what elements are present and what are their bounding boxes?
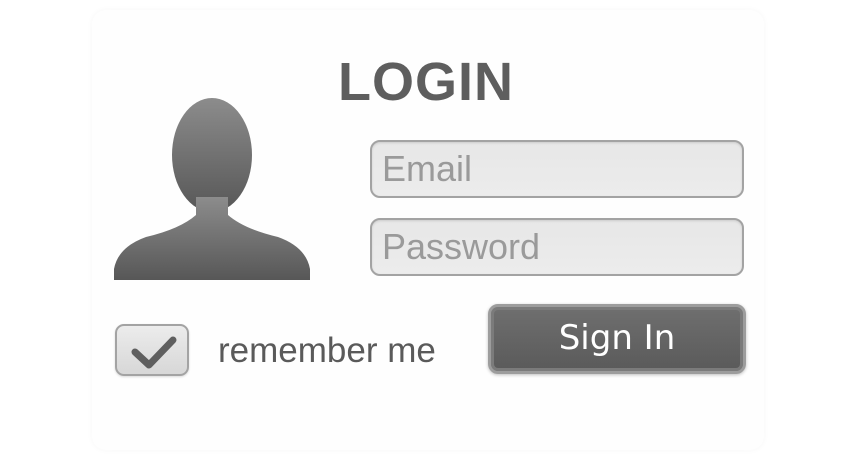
password-field[interactable] — [370, 218, 744, 276]
login-title: LOGIN — [338, 52, 514, 112]
email-field[interactable] — [370, 140, 744, 198]
remember-me-checkbox[interactable] — [115, 324, 189, 376]
sign-in-button[interactable]: Sign In — [488, 304, 746, 374]
checkmark-icon — [131, 336, 177, 369]
remember-me-label: remember me — [218, 331, 436, 370]
user-silhouette-icon — [110, 97, 314, 283]
